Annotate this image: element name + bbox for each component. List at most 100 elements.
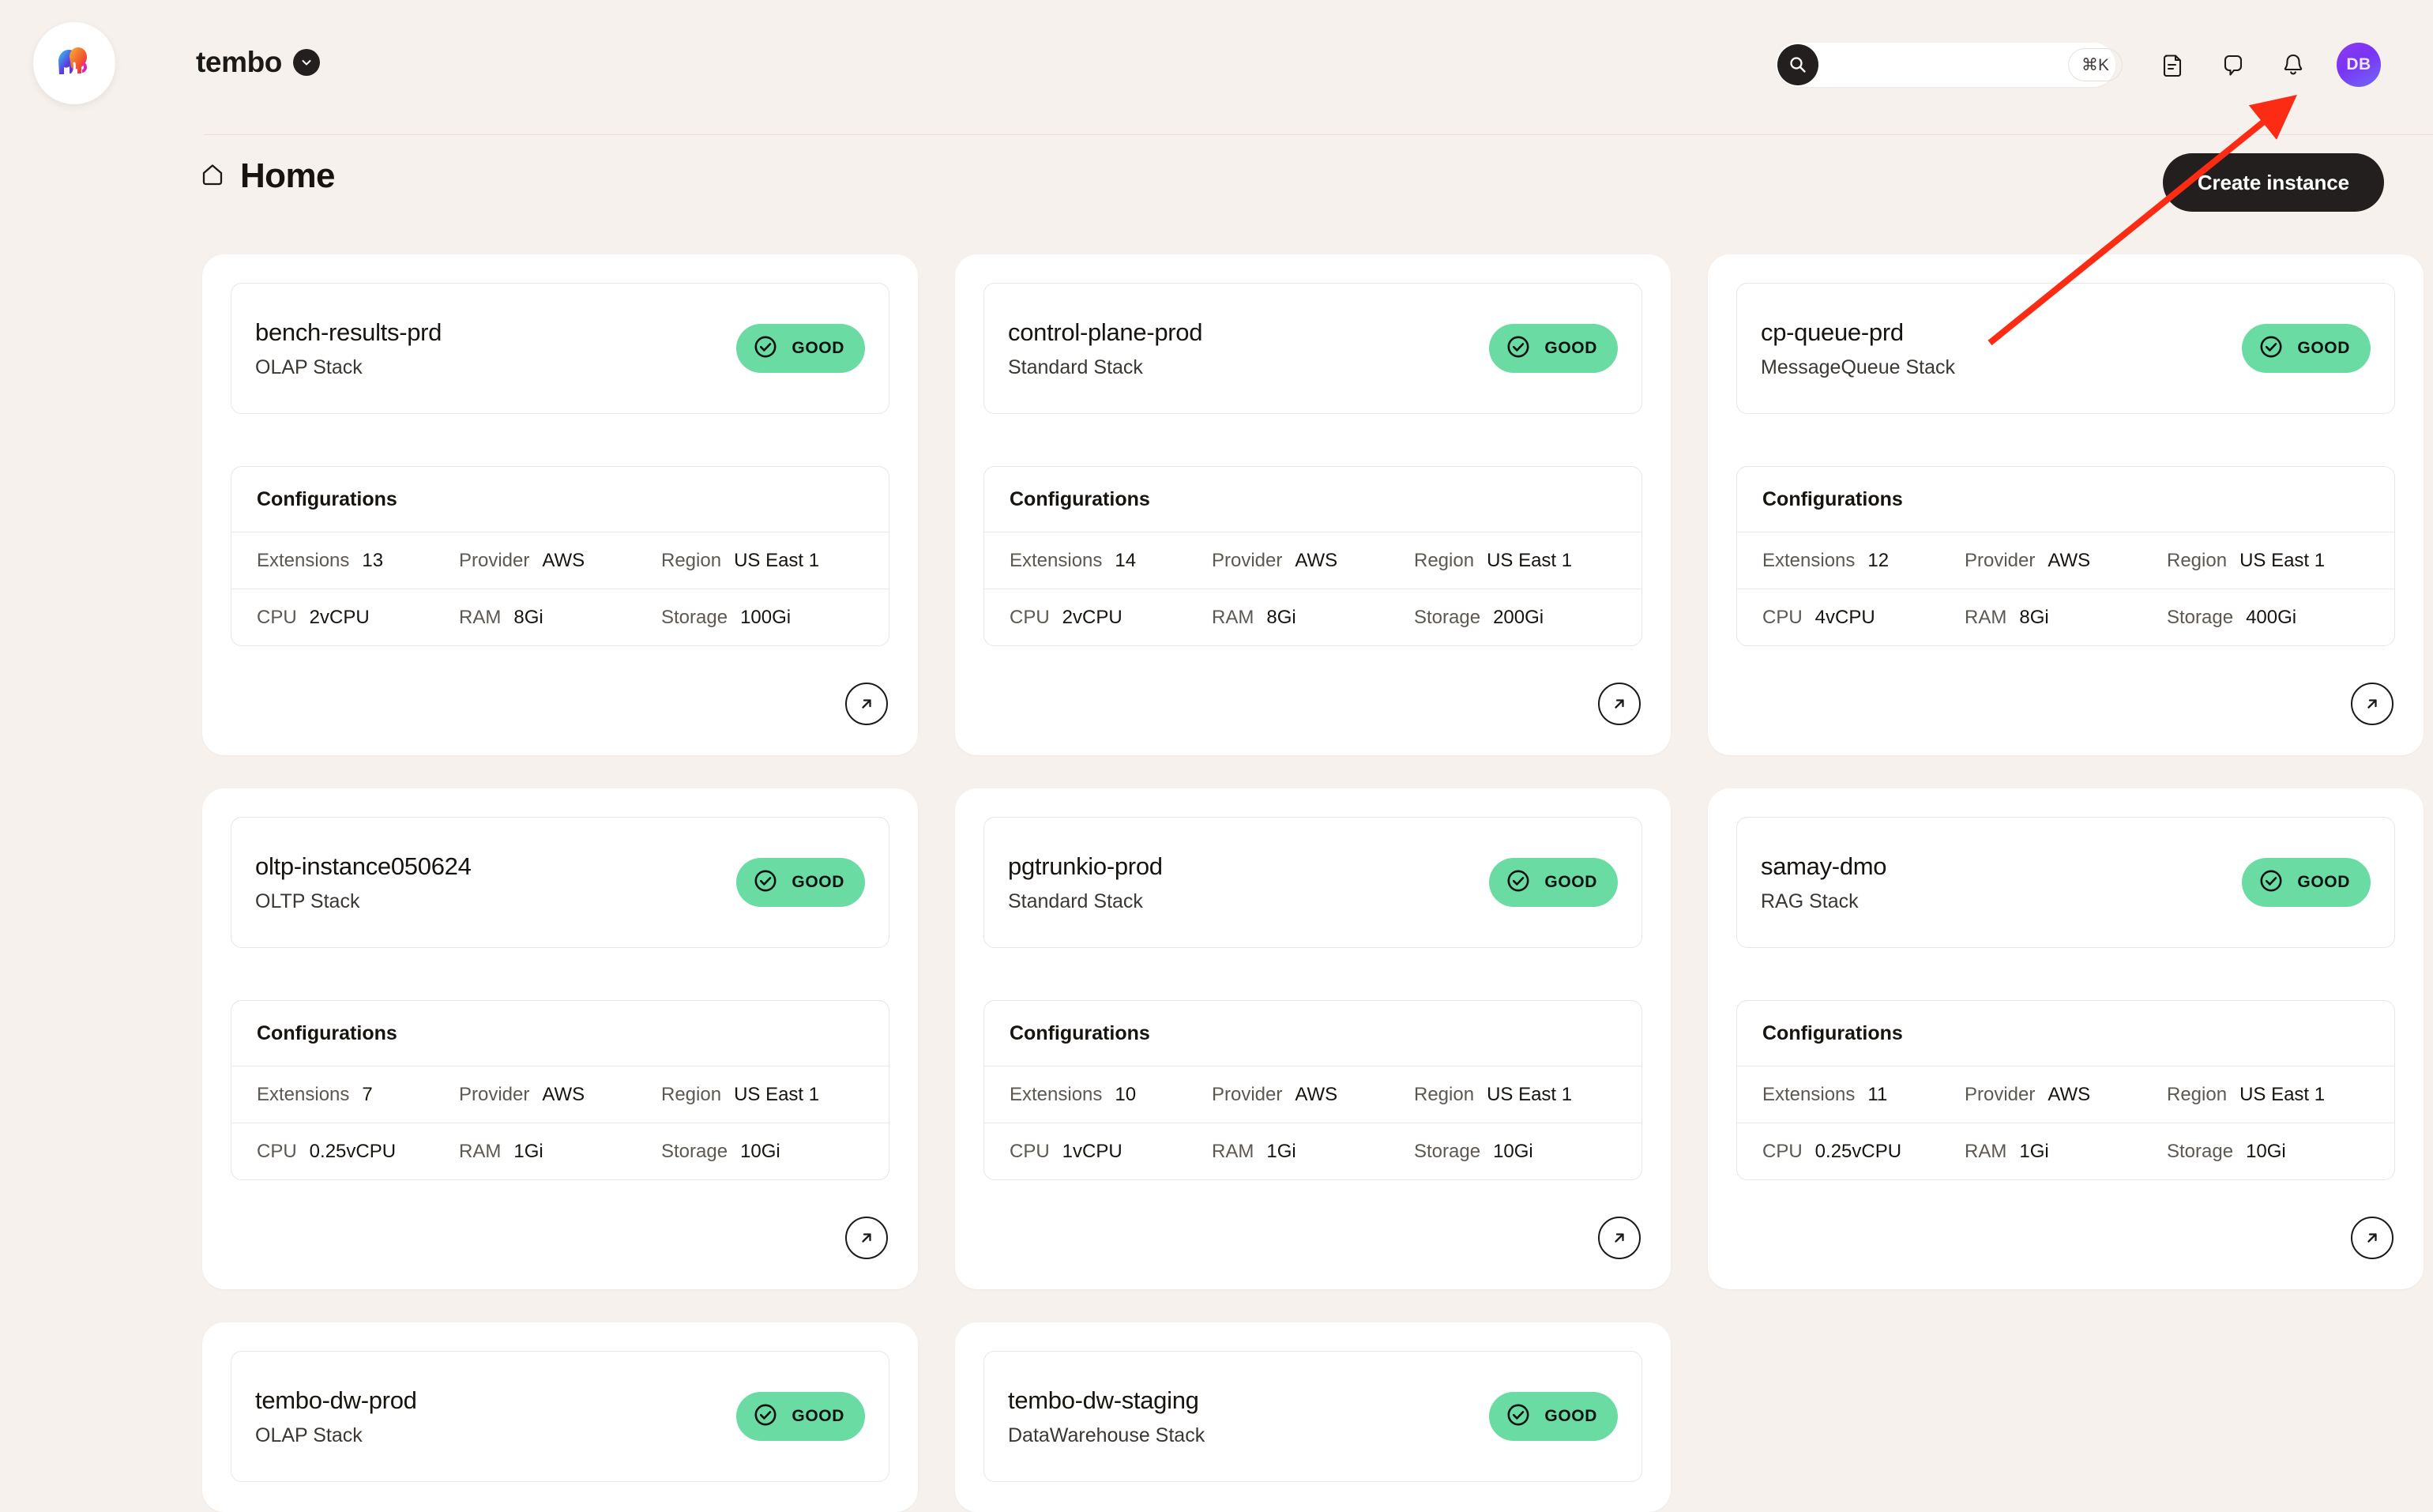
instance-stack: Standard Stack — [1008, 355, 1143, 378]
config-row: Extensions 10 Provider AWS Region US East 1 — [984, 1066, 1641, 1123]
search-input[interactable] — [1818, 55, 2068, 75]
config-value-storage: 100Gi — [740, 606, 792, 628]
status-badge[interactable]: GOOD — [736, 858, 865, 907]
config-label-storage: Storage — [1414, 606, 1481, 628]
status-badge[interactable]: GOOD — [2242, 858, 2371, 907]
instance-card[interactable]: bench-results-prd OLAP Stack GOOD Configura… — [202, 254, 918, 755]
create-instance-button[interactable]: Create instance — [2162, 153, 2384, 212]
status-label: GOOD — [792, 339, 844, 357]
check-circle-icon — [1503, 866, 1533, 900]
status-label: GOOD — [2297, 873, 2350, 891]
config-cell-storage: Storage 200Gi — [1414, 607, 1616, 629]
search-bar[interactable]: ⌘K — [1776, 43, 2123, 87]
org-switcher[interactable]: tembo — [196, 46, 321, 79]
config-label-cpu: CPU — [1010, 1140, 1050, 1162]
config-row: CPU 2vCPU RAM 8Gi Storage 200Gi — [984, 589, 1641, 645]
instance-card[interactable]: pgtrunkio-prod Standard Stack GOOD Configur… — [955, 788, 1671, 1289]
config-cell-provider: Provider AWS — [459, 550, 661, 572]
arrow-up-right-circle-icon[interactable] — [1598, 683, 1641, 725]
configurations-title: Configurations — [1762, 487, 1903, 510]
docs-icon[interactable] — [2157, 48, 2190, 81]
status-label: GOOD — [1544, 339, 1597, 357]
arrow-up-right-circle-icon[interactable] — [845, 1217, 888, 1259]
page-title: Home — [199, 156, 335, 196]
config-value-ram: 1Gi — [1266, 1140, 1296, 1162]
config-cell-region: Region US East 1 — [1414, 550, 1616, 572]
configurations-title: Configurations — [1010, 1021, 1150, 1044]
config-label-ram: RAM — [1212, 606, 1254, 628]
config-label-ram: RAM — [459, 1140, 502, 1162]
arrow-up-right-circle-icon[interactable] — [2351, 1217, 2394, 1259]
instance-identity: control-plane-prod Standard Stack — [1008, 318, 1203, 379]
status-label: GOOD — [2297, 339, 2350, 357]
configurations-panel: Configurations Extensions 14 Provider AWS Reg… — [983, 466, 1642, 646]
instance-card[interactable]: control-plane-prod Standard Stack GOOD Conf… — [955, 254, 1671, 755]
instance-card[interactable]: oltp-instance050624 OLTP Stack GOOD Configu… — [202, 788, 918, 1289]
arrow-up-right-circle-icon[interactable] — [1598, 1217, 1641, 1259]
config-cell-ram: RAM 1Gi — [1965, 1141, 2167, 1163]
status-badge[interactable]: GOOD — [1489, 858, 1618, 907]
tembo-elephant-logo[interactable] — [33, 22, 115, 104]
instance-card-header: pgtrunkio-prod Standard Stack GOOD — [983, 817, 1642, 948]
config-value-extensions: 13 — [362, 549, 384, 571]
config-label-provider: Provider — [1212, 549, 1283, 571]
chat-bubble-icon[interactable] — [2217, 48, 2250, 81]
config-label-ram: RAM — [1965, 606, 2007, 628]
config-label-provider: Provider — [1965, 1083, 2036, 1105]
status-badge[interactable]: GOOD — [736, 1392, 865, 1441]
config-label-cpu: CPU — [257, 1140, 297, 1162]
chevron-down-icon[interactable] — [293, 49, 321, 76]
instance-card[interactable]: cp-queue-prd MessageQueue Stack GOOD Config… — [1708, 254, 2424, 755]
instance-card[interactable]: samay-dmo RAG Stack GOOD Configurations Exte… — [1708, 788, 2424, 1289]
bell-icon[interactable] — [2277, 48, 2310, 81]
instance-stack: DataWarehouse Stack — [1008, 1424, 1205, 1446]
config-label-extensions: Extensions — [257, 549, 350, 571]
configurations-panel: Configurations Extensions 7 Provider AWS Regi… — [231, 1000, 889, 1180]
arrow-up-right-circle-icon[interactable] — [2351, 683, 2394, 725]
avatar[interactable]: DB — [2337, 43, 2381, 87]
config-label-provider: Provider — [1965, 549, 2036, 571]
status-badge[interactable]: GOOD — [1489, 324, 1618, 373]
config-value-storage: 400Gi — [2246, 606, 2297, 628]
search-shortcut-badge[interactable]: ⌘K — [2068, 48, 2123, 81]
config-label-ram: RAM — [1212, 1140, 1254, 1162]
instance-name: tembo-dw-staging — [1008, 1386, 1199, 1414]
config-row: Extensions 12 Provider AWS Region US East 1 — [1737, 532, 2394, 589]
instance-identity: cp-queue-prd MessageQueue Stack — [1761, 318, 1955, 379]
instance-identity: bench-results-prd OLAP Stack — [255, 318, 442, 379]
config-label-cpu: CPU — [257, 606, 297, 628]
config-value-ram: 8Gi — [513, 606, 543, 628]
config-value-ram: 1Gi — [2019, 1140, 2049, 1162]
config-cell-region: Region US East 1 — [2167, 1084, 2369, 1106]
configurations-title: Configurations — [1010, 487, 1150, 510]
instance-card-header: tembo-dw-staging DataWarehouse Stack GOOD — [983, 1351, 1642, 1482]
config-label-storage: Storage — [2167, 606, 2234, 628]
status-badge[interactable]: GOOD — [1489, 1392, 1618, 1441]
config-cell-region: Region US East 1 — [2167, 550, 2369, 572]
config-label-cpu: CPU — [1762, 606, 1803, 628]
instance-card[interactable]: tembo-dw-staging DataWarehouse Stack GOOD — [955, 1322, 1671, 1512]
config-value-cpu: 0.25vCPU — [1814, 1140, 1902, 1162]
config-label-extensions: Extensions — [1762, 549, 1856, 571]
instance-card-header: bench-results-prd OLAP Stack GOOD — [231, 283, 889, 414]
configurations-panel: Configurations Extensions 12 Provider AWS Reg… — [1736, 466, 2395, 646]
arrow-up-right-circle-icon[interactable] — [845, 683, 888, 725]
config-value-provider: AWS — [2048, 1083, 2091, 1105]
status-badge[interactable]: GOOD — [736, 324, 865, 373]
config-value-storage: 10Gi — [740, 1140, 780, 1162]
config-row: CPU 0.25vCPU RAM 1Gi Storage 10Gi — [1737, 1123, 2394, 1179]
instance-stack: Standard Stack — [1008, 890, 1143, 912]
config-cell-provider: Provider AWS — [459, 1084, 661, 1106]
config-value-region: US East 1 — [2239, 1083, 2326, 1105]
status-badge[interactable]: GOOD — [2242, 324, 2371, 373]
config-cell-cpu: CPU 1vCPU — [1010, 1141, 1212, 1163]
check-circle-icon — [1503, 1400, 1533, 1434]
config-cell-cpu: CPU 2vCPU — [1010, 607, 1212, 629]
search-icon[interactable] — [1777, 44, 1818, 85]
config-cell-extensions: Extensions 13 — [257, 550, 459, 572]
instance-card[interactable]: tembo-dw-prod OLAP Stack GOOD — [202, 1322, 918, 1512]
config-cell-ram: RAM 1Gi — [459, 1141, 661, 1163]
config-cell-provider: Provider AWS — [1965, 1084, 2167, 1106]
config-label-cpu: CPU — [1762, 1140, 1803, 1162]
config-row: CPU 4vCPU RAM 8Gi Storage 400Gi — [1737, 589, 2394, 645]
